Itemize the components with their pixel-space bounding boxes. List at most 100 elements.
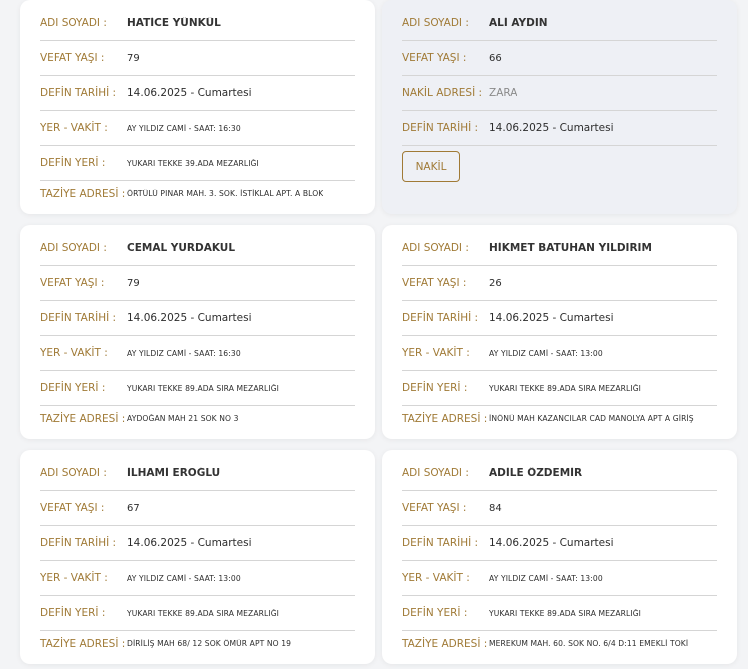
burial-place-value: YUKARI TEKKE 89.ADA SIRA MEZARLIĞI — [127, 608, 280, 618]
obituary-card-ali: ADI SOYADI : ALİ AYDIN VEFAT YAŞI : 66 N… — [382, 0, 737, 214]
name-row: ADI SOYADI : HATİCE YÜNKÜL — [40, 6, 355, 41]
age-row: VEFAT YAŞI : 79 — [40, 41, 355, 76]
condolence-label: TAZİYE ADRESİ : — [40, 412, 126, 425]
age-value: 26 — [489, 277, 502, 289]
burial-date-value: 14.06.2025 - Cumartesi — [127, 87, 252, 99]
burial-date-value: 14.06.2025 - Cumartesi — [489, 312, 614, 324]
place-time-value: AY YILDIZ CAMİ - SAAT: 13:00 — [489, 573, 603, 583]
burial-place-label: DEFİN YERİ : — [40, 382, 106, 394]
transfer-address-label: NAKİL ADRESİ : — [402, 87, 483, 99]
burial-date-row: DEFİN TARİHİ : 14.06.2025 - Cumartesi — [402, 301, 717, 336]
name-value: ADİLE ÖZDEMİR — [489, 467, 583, 479]
burial-place-value: YUKARI TEKKE 89.ADA SIRA MEZARLIĞI — [489, 383, 642, 393]
condolence-row: TAZİYE ADRESİ : İNÖNÜ MAH KAZANCILAR CAD… — [402, 401, 717, 436]
name-label: ADI SOYADI : — [402, 467, 469, 479]
age-label: VEFAT YAŞI : — [40, 52, 105, 64]
condolence-value: DİRİLİŞ MAH 68/ 12 SOK ÖMÜR APT NO 19 — [127, 639, 292, 648]
burial-place-label: DEFİN YERİ : — [402, 607, 468, 619]
obituary-card-cemal: ADI SOYADI : CEMAL YURDAKUL VEFAT YAŞI :… — [20, 225, 375, 439]
condolence-value: AYDOĞAN MAH 21 SOK NO 3 — [127, 414, 239, 423]
age-label: VEFAT YAŞI : — [402, 277, 467, 289]
condolence-row: TAZİYE ADRESİ : ÖRTÜLÜ PINAR MAH. 3. SOK… — [40, 176, 355, 211]
burial-place-label: DEFİN YERİ : — [40, 607, 106, 619]
burial-date-label: DEFİN TARİHİ : — [40, 537, 117, 549]
condolence-value: İNÖNÜ MAH KAZANCILAR CAD MANOLYA APT A G… — [489, 414, 694, 423]
burial-place-value: YUKARI TEKKE 89.ADA SIRA MEZARLIĞI — [127, 383, 280, 393]
age-label: VEFAT YAŞI : — [402, 52, 467, 64]
place-time-value: AY YILDIZ CAMİ - SAAT: 13:00 — [127, 573, 241, 583]
name-label: ADI SOYADI : — [40, 467, 107, 479]
name-value: ALİ AYDIN — [489, 17, 548, 29]
burial-date-value: 14.06.2025 - Cumartesi — [127, 537, 252, 549]
place-time-value: AY YILDIZ CAMİ - SAAT: 13:00 — [489, 348, 603, 358]
burial-date-value: 14.06.2025 - Cumartesi — [127, 312, 252, 324]
burial-date-label: DEFİN TARİHİ : — [402, 537, 479, 549]
burial-date-label: DEFİN TARİHİ : — [402, 312, 479, 324]
condolence-value: ÖRTÜLÜ PINAR MAH. 3. SOK. İSTİKLAL APT. … — [127, 189, 324, 198]
condolence-label: TAZİYE ADRESİ : — [40, 187, 126, 200]
obituary-card-hikmet: ADI SOYADI : HİKMET BATUHAN YILDIRIM VEF… — [382, 225, 737, 439]
burial-date-row: DEFİN TARİHİ : 14.06.2025 - Cumartesi — [40, 76, 355, 111]
condolence-label: TAZİYE ADRESİ : — [40, 637, 126, 650]
obituary-card-hatice: ADI SOYADI : HATİCE YÜNKÜL VEFAT YAŞI : … — [20, 0, 375, 214]
transfer-address-row: NAKİL ADRESİ : ZARA — [402, 76, 717, 111]
place-time-row: YER - VAKİT : AY YILDIZ CAMİ - SAAT: 13:… — [402, 336, 717, 371]
age-row: VEFAT YAŞI : 66 — [402, 41, 717, 76]
age-label: VEFAT YAŞI : — [40, 277, 105, 289]
condolence-value: MEREKUM MAH. 60. SOK NO. 6/4 D:11 EMEKLİ… — [489, 639, 689, 648]
name-row: ADI SOYADI : ALİ AYDIN — [402, 6, 717, 41]
name-value: HİKMET BATUHAN YILDIRIM — [489, 242, 652, 254]
name-value: CEMAL YURDAKUL — [127, 242, 236, 254]
condolence-label: TAZİYE ADRESİ : — [402, 637, 488, 650]
name-row: ADI SOYADI : ADİLE ÖZDEMİR — [402, 456, 717, 491]
condolence-row: TAZİYE ADRESİ : MEREKUM MAH. 60. SOK NO.… — [402, 626, 717, 661]
obituary-card-ilhami: ADI SOYADI : İLHAMİ EROĞLU VEFAT YAŞI : … — [20, 450, 375, 664]
age-row: VEFAT YAŞI : 79 — [40, 266, 355, 301]
place-time-row: YER - VAKİT : AY YILDIZ CAMİ - SAAT: 16:… — [40, 111, 355, 146]
burial-date-label: DEFİN TARİHİ : — [402, 122, 479, 134]
name-label: ADI SOYADI : — [402, 17, 469, 29]
name-value: İLHAMİ EROĞLU — [127, 467, 221, 479]
condolence-row: TAZİYE ADRESİ : DİRİLİŞ MAH 68/ 12 SOK Ö… — [40, 626, 355, 661]
condolence-label: TAZİYE ADRESİ : — [402, 412, 488, 425]
burial-date-label: DEFİN TARİHİ : — [40, 312, 117, 324]
burial-date-row: DEFİN TARİHİ : 14.06.2025 - Cumartesi — [40, 301, 355, 336]
place-time-label: YER - VAKİT : — [402, 347, 470, 359]
burial-date-label: DEFİN TARİHİ : — [40, 87, 117, 99]
name-row: ADI SOYADI : HİKMET BATUHAN YILDIRIM — [402, 231, 717, 266]
burial-place-label: DEFİN YERİ : — [402, 382, 468, 394]
name-label: ADI SOYADI : — [40, 242, 107, 254]
age-label: VEFAT YAŞI : — [402, 502, 467, 514]
place-time-label: YER - VAKİT : — [40, 347, 108, 359]
place-time-value: AY YILDIZ CAMİ - SAAT: 16:30 — [127, 123, 241, 133]
age-value: 67 — [127, 502, 140, 514]
burial-date-value: 14.06.2025 - Cumartesi — [489, 122, 614, 134]
name-row: ADI SOYADI : CEMAL YURDAKUL — [40, 231, 355, 266]
place-time-row: YER - VAKİT : AY YILDIZ CAMİ - SAAT: 13:… — [402, 561, 717, 596]
name-row: ADI SOYADI : İLHAMİ EROĞLU — [40, 456, 355, 491]
burial-place-label: DEFİN YERİ : — [40, 157, 106, 169]
place-time-label: YER - VAKİT : — [40, 572, 108, 584]
burial-date-row: DEFİN TARİHİ : 14.06.2025 - Cumartesi — [40, 526, 355, 561]
name-value: HATİCE YÜNKÜL — [127, 17, 221, 29]
burial-place-value: YUKARI TEKKE 39.ADA MEZARLIĞI — [127, 158, 259, 168]
transfer-address-value: ZARA — [489, 87, 518, 99]
place-time-label: YER - VAKİT : — [402, 572, 470, 584]
burial-place-value: YUKARI TEKKE 89.ADA SIRA MEZARLIĞI — [489, 608, 642, 618]
burial-date-row: DEFİN TARİHİ : 14.06.2025 - Cumartesi — [402, 526, 717, 561]
place-time-label: YER - VAKİT : — [40, 122, 108, 134]
obituary-card-adile: ADI SOYADI : ADİLE ÖZDEMİR VEFAT YAŞI : … — [382, 450, 737, 664]
place-time-row: YER - VAKİT : AY YILDIZ CAMİ - SAAT: 13:… — [40, 561, 355, 596]
age-value: 84 — [489, 502, 502, 514]
age-value: 79 — [127, 277, 140, 289]
name-label: ADI SOYADI : — [40, 17, 107, 29]
age-row: VEFAT YAŞI : 26 — [402, 266, 717, 301]
age-value: 66 — [489, 52, 502, 64]
place-time-row: YER - VAKİT : AY YILDIZ CAMİ - SAAT: 16:… — [40, 336, 355, 371]
age-row: VEFAT YAŞI : 67 — [40, 491, 355, 526]
burial-date-row: DEFİN TARİHİ : 14.06.2025 - Cumartesi — [402, 111, 717, 146]
burial-date-value: 14.06.2025 - Cumartesi — [489, 537, 614, 549]
condolence-row: TAZİYE ADRESİ : AYDOĞAN MAH 21 SOK NO 3 — [40, 401, 355, 436]
place-time-value: AY YILDIZ CAMİ - SAAT: 16:30 — [127, 348, 241, 358]
transfer-button[interactable]: NAKİL — [402, 151, 460, 182]
